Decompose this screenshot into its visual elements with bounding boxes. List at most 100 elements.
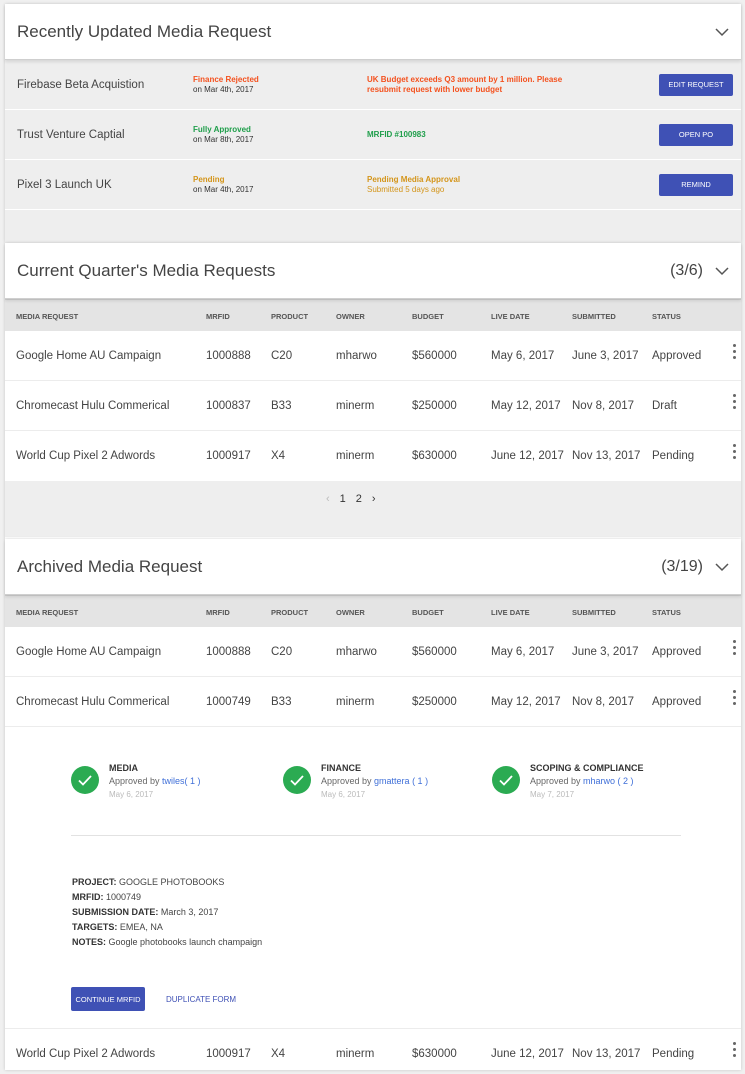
cell-submitted: June 3, 2017 xyxy=(572,646,639,658)
approver-link[interactable]: twiles( 1 ) xyxy=(162,776,201,786)
cell-budget: $250000 xyxy=(412,400,457,412)
status-date: on Mar 4th, 2017 xyxy=(193,84,254,94)
column-header[interactable]: MEDIA REQUEST xyxy=(16,312,78,321)
more-vert-icon[interactable] xyxy=(733,690,737,705)
request-status: Fully Approved on Mar 8th, 2017 xyxy=(193,125,253,145)
column-header[interactable]: BUDGET xyxy=(412,608,444,617)
column-header[interactable]: MRFID xyxy=(206,608,230,617)
request-name: Firebase Beta Acquistion xyxy=(17,78,145,91)
cell-owner: minerm xyxy=(336,696,375,708)
expanded-request-detail: MEDIA Approved by twiles( 1 ) May 6, 201… xyxy=(5,727,741,1029)
cell-status: Approved xyxy=(652,350,702,362)
approval-scoping: SCOPING & COMPLIANCE Approved by mharwo … xyxy=(492,763,644,799)
table-header: MEDIA REQUEST MRFID PRODUCT OWNER BUDGET… xyxy=(5,299,741,331)
cell-live-date: June 12, 2017 xyxy=(491,450,564,462)
notes-value: Google photobooks launch champaign xyxy=(108,937,263,947)
cell-mrfid: 1000888 xyxy=(206,646,251,658)
column-header[interactable]: LIVE DATE xyxy=(491,608,530,617)
current-quarter-header[interactable]: Current Quarter's Media Requests (3/6) xyxy=(5,243,741,299)
more-vert-icon[interactable] xyxy=(733,640,737,655)
check-circle-icon xyxy=(492,766,520,794)
column-header[interactable]: SUBMITTED xyxy=(572,312,616,321)
cell-product: B33 xyxy=(271,696,292,708)
table-row[interactable]: Chromecast Hulu Commerical 1000837 B33 m… xyxy=(5,381,741,431)
more-vert-icon[interactable] xyxy=(733,344,737,359)
status-label: Pending xyxy=(193,174,225,184)
column-header[interactable]: LIVE DATE xyxy=(491,312,530,321)
request-name: Pixel 3 Launch UK xyxy=(17,178,112,191)
chevron-down-icon[interactable] xyxy=(715,25,729,39)
cell-request: Google Home AU Campaign xyxy=(16,350,162,362)
approved-by-label: Approved by xyxy=(321,776,375,786)
cell-owner: mharwo xyxy=(336,350,377,362)
duplicate-form-button[interactable]: DUPLICATE FORM xyxy=(166,995,236,1004)
cell-status: Approved xyxy=(652,696,702,708)
approval-finance: FINANCE Approved by gmattera ( 1 ) May 6… xyxy=(283,763,428,799)
chevron-down-icon[interactable] xyxy=(715,264,729,278)
targets-label: TARGETS: xyxy=(72,922,118,932)
column-header[interactable]: MEDIA REQUEST xyxy=(16,608,78,617)
cell-owner: minerm xyxy=(336,450,375,462)
more-vert-icon[interactable] xyxy=(733,394,737,409)
chevron-down-icon[interactable] xyxy=(715,560,729,574)
page-1-link[interactable]: 1 xyxy=(340,493,346,505)
table-row[interactable]: World Cup Pixel 2 Adwords 1000917 X4 min… xyxy=(5,431,741,481)
column-header[interactable]: PRODUCT xyxy=(271,312,308,321)
cell-owner: minerm xyxy=(336,400,375,412)
status-note-sub: Submitted 5 days ago xyxy=(367,184,445,194)
edit-request-button[interactable]: EDIT REQUEST xyxy=(659,73,733,96)
cell-status: Approved xyxy=(652,646,702,658)
column-header[interactable]: SUBMITTED xyxy=(572,608,616,617)
cell-status: Draft xyxy=(652,400,677,412)
approver-link[interactable]: gmattera ( 1 ) xyxy=(374,776,428,786)
cell-live-date: May 12, 2017 xyxy=(491,400,561,412)
cell-submitted: June 3, 2017 xyxy=(572,350,639,362)
more-vert-icon[interactable] xyxy=(733,444,737,459)
column-header[interactable]: OWNER xyxy=(336,608,365,617)
cell-submitted: Nov 8, 2017 xyxy=(572,696,635,708)
page-2-link[interactable]: 2 xyxy=(356,493,362,505)
approver-link[interactable]: mharwo ( 2 ) xyxy=(583,776,634,786)
table-row[interactable]: Chromecast Hulu Commerical 1000749 B33 m… xyxy=(5,677,741,727)
approved-by-label: Approved by xyxy=(530,776,584,786)
prev-page-icon[interactable]: ‹ xyxy=(326,493,330,505)
divider xyxy=(71,835,681,836)
approval-media: MEDIA Approved by twiles( 1 ) May 6, 201… xyxy=(71,763,201,799)
recent-row: Trust Venture Captial Fully Approved on … xyxy=(5,110,741,160)
column-header[interactable]: PRODUCT xyxy=(271,608,308,617)
remind-button[interactable]: REMIND xyxy=(659,173,733,196)
archived-header[interactable]: Archived Media Request (3/19) xyxy=(5,539,741,595)
table-row[interactable]: World Cup Pixel 2 Adwords 1000917 X4 min… xyxy=(5,1029,741,1073)
status-label: Fully Approved xyxy=(193,124,251,134)
cell-submitted: Nov 8, 2017 xyxy=(572,400,635,412)
cell-budget: $630000 xyxy=(412,1048,457,1060)
current-quarter-card: Current Quarter's Media Requests (3/6) M… xyxy=(5,243,741,539)
continue-mrfid-button[interactable]: CONTINUE MRFID xyxy=(71,987,145,1011)
recent-requests-header[interactable]: Recently Updated Media Request xyxy=(5,4,741,60)
column-header[interactable]: MRFID xyxy=(206,312,230,321)
next-page-icon[interactable]: › xyxy=(372,493,376,505)
cell-request: Chromecast Hulu Commerical xyxy=(16,400,170,412)
request-status: Pending on Mar 4th, 2017 xyxy=(193,175,253,195)
more-vert-icon[interactable] xyxy=(733,1042,737,1057)
cell-submitted: Nov 13, 2017 xyxy=(572,1048,641,1060)
section-title: Archived Media Request xyxy=(17,556,203,576)
cell-owner: mharwo xyxy=(336,646,377,658)
column-header[interactable]: STATUS xyxy=(652,312,681,321)
cell-mrfid: 1000837 xyxy=(206,400,251,412)
approved-by-label: Approved by xyxy=(109,776,163,786)
column-header[interactable]: OWNER xyxy=(336,312,365,321)
pagination-area: ‹ 1 2 › xyxy=(5,481,741,537)
cell-submitted: Nov 13, 2017 xyxy=(572,450,641,462)
status-note: Pending Media Approval Submitted 5 days … xyxy=(367,175,597,195)
status-note-title: Pending Media Approval xyxy=(367,174,461,184)
column-header[interactable]: STATUS xyxy=(652,608,681,617)
section-title: Current Quarter's Media Requests xyxy=(17,260,276,280)
table-row[interactable]: Google Home AU Campaign 1000888 C20 mhar… xyxy=(5,627,741,677)
cell-product: C20 xyxy=(271,646,293,658)
submission-value: March 3, 2017 xyxy=(160,907,219,917)
approval-title: FINANCE xyxy=(321,763,361,773)
column-header[interactable]: BUDGET xyxy=(412,312,444,321)
table-row[interactable]: Google Home AU Campaign 1000888 C20 mhar… xyxy=(5,331,741,381)
open-po-button[interactable]: OPEN PO xyxy=(659,123,733,146)
